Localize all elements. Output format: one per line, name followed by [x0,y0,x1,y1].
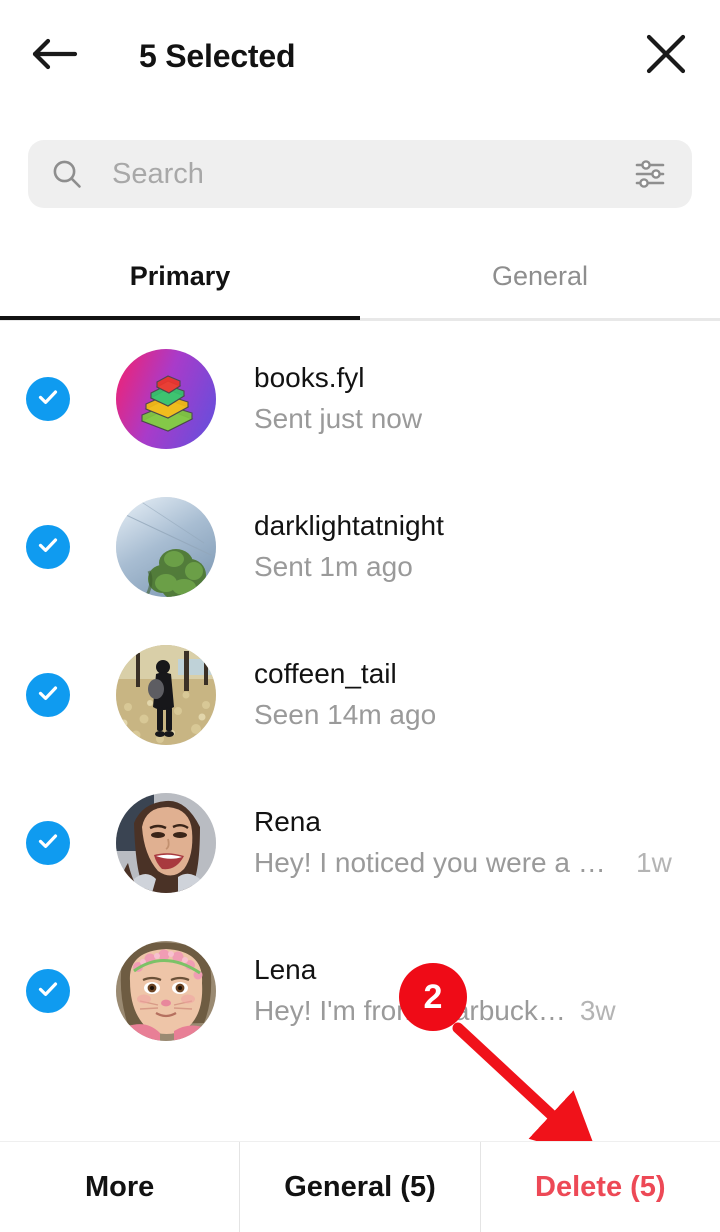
inbox-tabs: Primary General [0,232,720,320]
conversation-time: 3w [579,995,616,1026]
list-item-text: darklightatnight Sent 1m ago [254,506,700,588]
search-bar[interactable] [28,140,692,208]
conversation-preview: Sent just now [254,403,423,434]
back-button[interactable] [26,30,82,82]
check-icon [35,976,61,1007]
list-item[interactable]: books.fyl Sent just now [0,325,720,473]
selection-checkbox[interactable] [26,969,70,1013]
move-to-general-button[interactable]: General (5) [239,1142,479,1232]
filter-sliders-icon[interactable] [632,155,670,193]
bottom-action-bar: More General (5) Delete (5) [0,1141,720,1232]
list-item-text: Rena Hey! I noticed you were a S… 1w [254,802,700,884]
smiling-woman-avatar [116,793,216,893]
check-icon [35,532,61,563]
conversation-name: Lena [254,954,317,985]
conversation-subtitle: Sent just now [254,398,700,440]
search-icon [50,157,84,191]
list-item-text: Lena Hey! I'm from Starbuck… 3w [254,950,700,1032]
close-button[interactable] [638,28,694,84]
page-title: 5 Selected [139,37,296,74]
sky-tree-photo-avatar [116,497,216,597]
conversation-name: coffeen_tail [254,658,397,689]
conversation-subtitle: Seen 14m ago [254,694,700,736]
annotation-step-badge: 2 [399,963,467,1031]
flower-crown-woman-avatar [116,941,216,1041]
tab-general[interactable]: General [360,232,720,320]
list-item[interactable]: Lena Hey! I'm from Starbuck… 3w [0,917,720,1065]
conversation-name: darklightatnight [254,510,444,541]
app-header: 5 Selected [0,0,720,110]
person-autumn-leaves-avatar [116,645,216,745]
conversation-subtitle: Hey! I'm from Starbuck… 3w [254,990,700,1032]
selection-checkbox[interactable] [26,821,70,865]
conversation-time: 1w [636,847,672,878]
list-item[interactable]: Rena Hey! I noticed you were a S… 1w [0,769,720,917]
tab-primary[interactable]: Primary [0,232,360,320]
list-item[interactable]: darklightatnight Sent 1m ago [0,473,720,621]
check-icon [35,828,61,859]
close-x-icon [643,31,689,82]
conversation-name: Rena [254,806,321,837]
conversation-subtitle: Hey! I noticed you were a S… 1w [254,842,700,884]
conversation-name: books.fyl [254,362,365,393]
selection-checkbox[interactable] [26,525,70,569]
selection-checkbox[interactable] [26,673,70,717]
conversation-preview: Sent 1m ago [254,551,413,582]
list-item[interactable]: coffeen_tail Seen 14m ago [0,621,720,769]
selection-checkbox[interactable] [26,377,70,421]
conversation-subtitle: Sent 1m ago [254,546,700,588]
conversation-preview: Seen 14m ago [254,699,437,730]
tab-active-underline [0,316,360,320]
arrow-left-icon [29,36,79,77]
list-item-text: books.fyl Sent just now [254,358,700,440]
list-item-text: coffeen_tail Seen 14m ago [254,654,700,736]
conversation-preview: Hey! I noticed you were a S… [254,847,622,878]
check-icon [35,384,61,415]
more-button[interactable]: More [0,1142,239,1232]
books-gradient-avatar [116,349,216,449]
conversation-list: books.fyl Sent just now darklightatnight… [0,325,720,1065]
search-input[interactable] [112,157,632,191]
check-icon [35,680,61,711]
delete-button[interactable]: Delete (5) [479,1142,720,1232]
